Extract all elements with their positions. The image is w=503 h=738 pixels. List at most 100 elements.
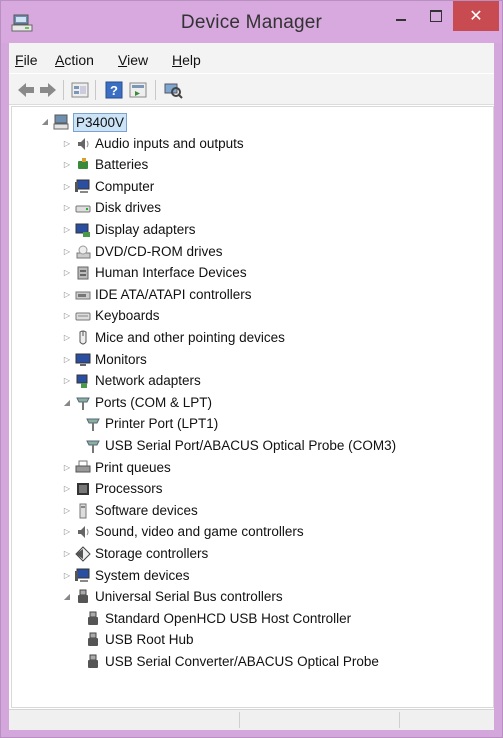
menu-action-mnemonic: A xyxy=(55,52,65,68)
menu-view-mnemonic: V xyxy=(118,52,128,68)
expand-arrow-icon[interactable]: ▷ xyxy=(62,544,72,564)
menu-action[interactable]: Action xyxy=(55,52,94,68)
tree-item-label: Mice and other pointing devices xyxy=(95,330,285,345)
expand-arrow-icon[interactable]: ▷ xyxy=(62,263,72,283)
menu-help-label: elp xyxy=(182,52,201,68)
maximize-icon xyxy=(430,10,442,22)
menu-file[interactable]: File xyxy=(15,52,38,68)
forward-arrow-icon[interactable] xyxy=(37,80,59,100)
tree-root-label[interactable]: P3400V xyxy=(73,113,128,132)
tree-item-label: System devices xyxy=(95,567,190,583)
menu-help[interactable]: Help xyxy=(172,52,201,68)
expand-arrow-icon[interactable]: ▷ xyxy=(62,328,72,348)
maximize-button[interactable] xyxy=(419,1,453,31)
status-pane xyxy=(399,712,495,728)
close-button[interactable]: ✕ xyxy=(453,1,499,31)
device-tree[interactable]: ◢ P3400V ▷ Audio inputs and outputs ▷ Batte… xyxy=(11,106,494,708)
tree-item-label: Disk drives xyxy=(95,200,162,216)
tree-item-label: Print queues xyxy=(95,459,171,475)
tree-item-label: Display adapters xyxy=(95,222,196,237)
tree-item-label: Processors xyxy=(95,481,163,497)
expand-arrow-icon[interactable]: ▷ xyxy=(62,350,72,370)
expand-arrow-icon[interactable]: ▷ xyxy=(62,458,72,478)
expand-arrow-icon[interactable]: ▷ xyxy=(62,566,72,586)
port-icon xyxy=(86,440,100,453)
tree-item-label: Audio inputs and outputs xyxy=(95,135,244,151)
action-pane-icon[interactable] xyxy=(127,80,149,100)
usb-icon xyxy=(78,589,88,604)
expand-arrow-icon[interactable]: ▷ xyxy=(62,242,72,262)
tree-item-label: Software devices xyxy=(95,502,198,518)
keyboard-icon xyxy=(75,312,91,321)
collapse-arrow-icon[interactable]: ◢ xyxy=(62,587,72,607)
port-icon xyxy=(76,397,90,410)
port-icon xyxy=(86,418,100,432)
tree-item-label: USB Serial Port/ABACUS Optical Probe (CO… xyxy=(105,438,397,453)
tree-item-label: Monitors xyxy=(95,351,147,367)
tree-item-label: Standard OpenHCD USB Host Controller xyxy=(105,610,352,626)
tree-item-label: Sound, video and game controllers xyxy=(95,524,304,540)
expand-arrow-icon[interactable]: ▷ xyxy=(62,371,72,391)
computer-icon xyxy=(75,568,90,582)
expand-arrow-icon[interactable]: ▷ xyxy=(62,198,72,218)
monitor-icon xyxy=(75,353,91,366)
toolbar: ? xyxy=(9,74,494,105)
client-area: File Action View Help ? ◢ P3400V ▷ Audio… xyxy=(9,43,494,730)
processor-icon xyxy=(77,483,89,496)
expand-arrow-icon[interactable]: ▷ xyxy=(62,501,72,521)
menu-help-mnemonic: H xyxy=(172,52,183,68)
software-device-icon xyxy=(79,503,87,519)
expand-arrow-icon[interactable]: ▷ xyxy=(62,285,72,305)
properties-icon[interactable] xyxy=(69,80,91,100)
menu-file-mnemonic: F xyxy=(15,52,24,68)
title-bar[interactable]: Device Manager ✕ xyxy=(1,1,502,43)
network-adapter-icon xyxy=(76,374,88,389)
expand-arrow-icon[interactable]: ▷ xyxy=(62,522,72,542)
expand-arrow-icon[interactable]: ▷ xyxy=(62,479,72,499)
back-arrow-icon[interactable] xyxy=(15,80,37,100)
device-manager-window: Device Manager ✕ File Action View Help ?… xyxy=(0,0,503,738)
scan-hardware-icon[interactable] xyxy=(162,80,184,100)
display-adapter-icon xyxy=(75,223,90,237)
menu-view[interactable]: View xyxy=(118,52,148,68)
hid-icon xyxy=(77,266,89,280)
help-icon[interactable]: ? xyxy=(103,80,125,100)
tree-item-label: Keyboards xyxy=(95,308,160,324)
toolbar-separator xyxy=(63,80,64,100)
mouse-icon xyxy=(79,330,87,345)
menu-view-label: iew xyxy=(127,52,149,68)
expand-arrow-icon[interactable]: ▷ xyxy=(62,134,72,154)
tree-item-label: Printer Port (LPT1) xyxy=(105,416,219,432)
tree-item-label: Batteries xyxy=(95,157,149,173)
dvd-drive-icon xyxy=(76,245,91,259)
speaker-icon xyxy=(78,526,89,539)
expand-arrow-icon[interactable]: ▷ xyxy=(62,306,72,326)
close-icon: ✕ xyxy=(469,8,483,25)
toolbar-separator xyxy=(95,80,96,100)
usb-icon xyxy=(88,654,98,668)
tree-item-label: USB Root Hub xyxy=(105,632,194,648)
usb-icon xyxy=(88,632,98,647)
disk-drive-icon xyxy=(75,205,91,213)
svg-text:?: ? xyxy=(110,83,118,98)
battery-icon xyxy=(78,158,88,170)
tree-item-label: Ports (COM & LPT) xyxy=(95,394,213,410)
collapse-arrow-icon[interactable]: ◢ xyxy=(62,393,72,413)
expand-arrow-icon[interactable]: ▷ xyxy=(62,155,72,175)
storage-controller-icon xyxy=(75,546,91,562)
speaker-icon xyxy=(78,137,89,150)
tree-item-label: Storage controllers xyxy=(95,546,209,561)
tree-item-label: Human Interface Devices xyxy=(95,265,247,281)
tree-item-label: USB Serial Converter/ABACUS Optical Prob… xyxy=(105,654,379,669)
expand-arrow-icon[interactable]: ▷ xyxy=(62,177,72,197)
menu-action-label: ction xyxy=(64,52,94,68)
expand-arrow-icon[interactable]: ▷ xyxy=(62,220,72,240)
minimize-icon xyxy=(396,19,406,21)
computer-icon xyxy=(53,114,69,130)
menu-file-label: ile xyxy=(23,52,38,68)
minimize-button[interactable] xyxy=(383,1,417,31)
status-bar xyxy=(9,709,494,730)
tree-item-label: DVD/CD-ROM drives xyxy=(95,243,223,259)
collapse-arrow-icon[interactable]: ◢ xyxy=(40,112,50,132)
menu-bar: File Action View Help xyxy=(9,43,494,73)
